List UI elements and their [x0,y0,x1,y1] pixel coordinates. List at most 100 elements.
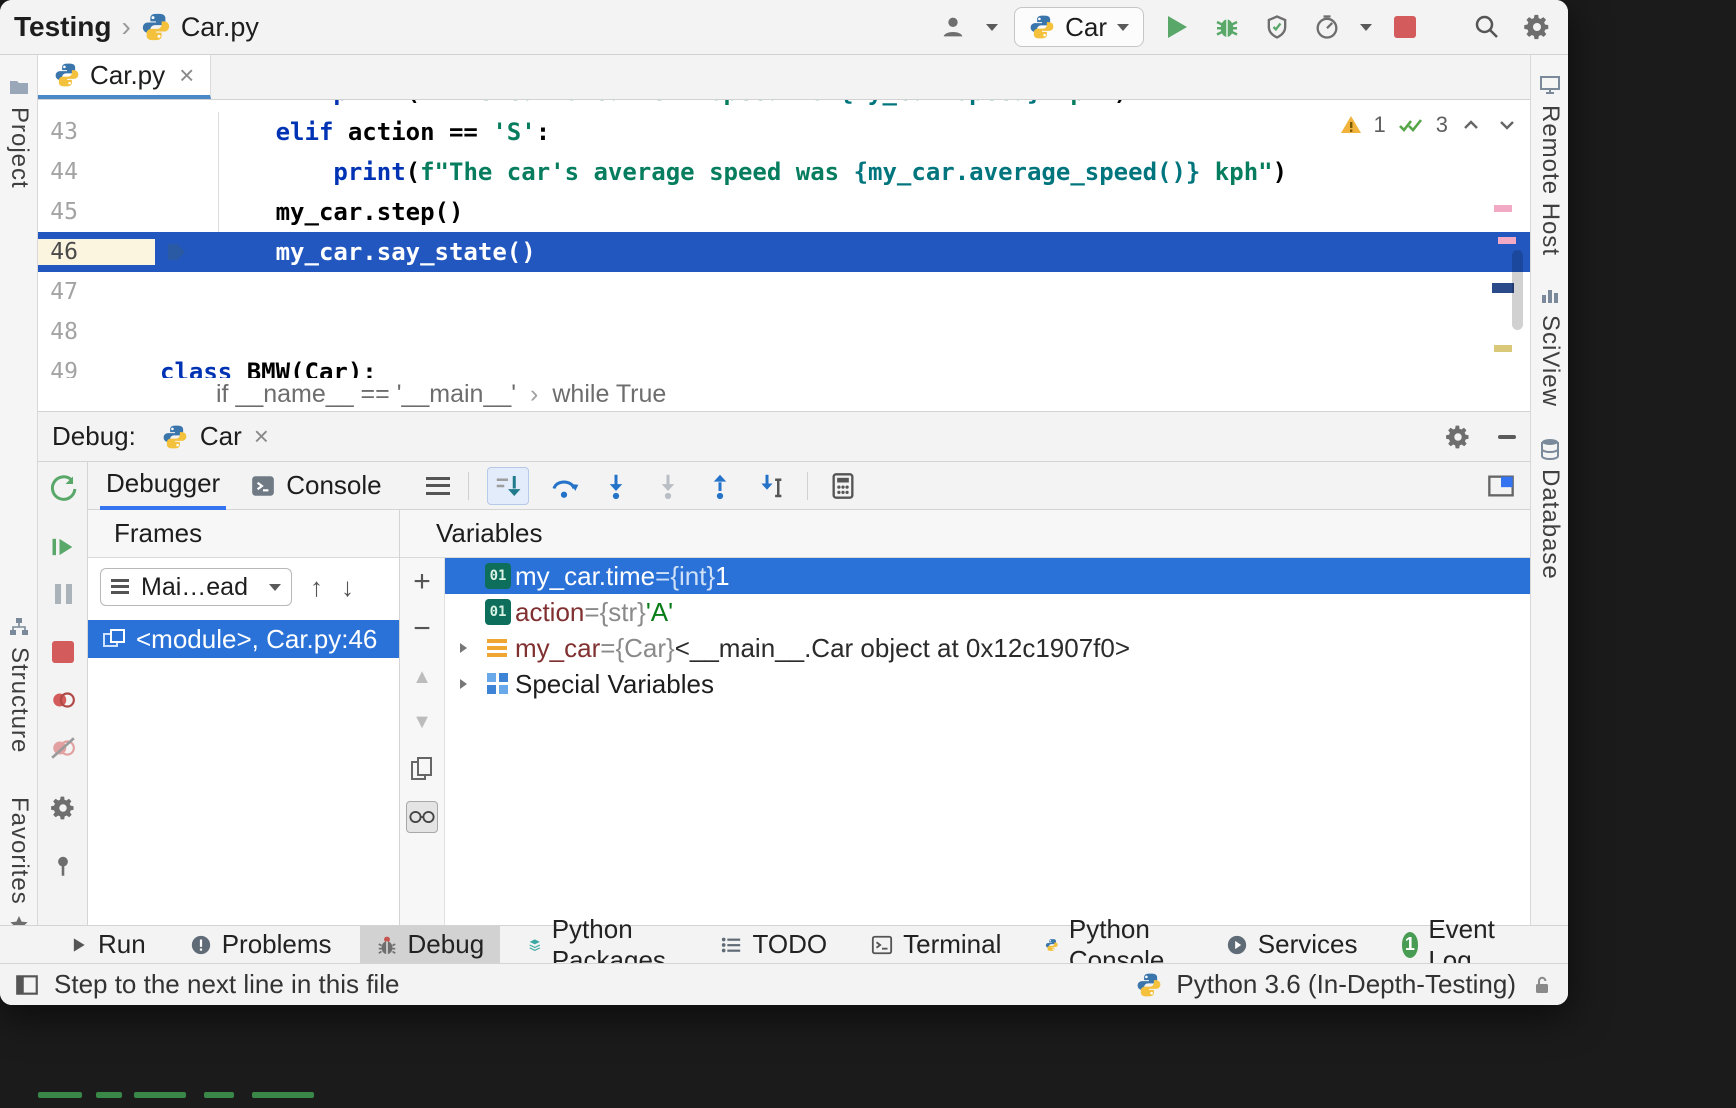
scrollbar-thumb[interactable] [1512,250,1523,330]
interpreter-label[interactable]: Python 3.6 (In-Depth-Testing) [1176,969,1516,1000]
stop-debug-button[interactable] [46,635,80,669]
scroll-mark [1498,237,1516,244]
frame-down-button[interactable]: ↓ [341,572,354,603]
evaluate-expression-button[interactable] [826,469,860,503]
toolwindow-event-log[interactable]: 1 Event Log [1386,926,1521,963]
duplicate-watch-button[interactable] [406,753,438,785]
thread-row: Mai…ead ↑ ↓ [88,558,399,606]
stripe-button-project[interactable]: Project [0,75,38,189]
breadcrumb-while-true[interactable]: while True [552,380,666,409]
view-options-icon[interactable] [426,477,450,495]
debug-action-column [38,462,88,925]
search-everywhere-button[interactable] [1470,10,1504,44]
stripe-button-remote-host[interactable]: Remote Host [1531,73,1568,256]
debug-button[interactable] [1210,10,1244,44]
code-line-49[interactable]: 49class BMW(Car): [38,352,1530,378]
variable-row-special-variables[interactable]: Special Variables [445,666,1530,702]
debug-session-tab[interactable]: Car [200,421,242,452]
toolwindow-todo[interactable]: TODO [704,926,843,963]
toolwindow-services[interactable]: Services [1210,926,1374,963]
debug-layout-settings-button[interactable] [46,791,80,825]
tab-debugger[interactable]: Debugger [100,462,226,510]
layout-settings-button[interactable] [1484,469,1518,503]
pause-button[interactable] [46,577,80,611]
stripe-button-favorites[interactable]: Favorites [0,797,38,937]
profiler-clock-icon [1313,13,1341,41]
code-line-partial[interactable]: print(f"The car's current speed is {my_c… [38,100,1530,112]
stop-icon [52,641,74,663]
toolwindow-python-console[interactable]: Python Console [1029,926,1197,963]
frame-row[interactable]: <module>, Car.py:46 [88,620,399,658]
toolwindow-python-packages[interactable]: Python Packages [512,926,692,963]
code-line-48[interactable]: 48 [38,312,1530,352]
move-down-button[interactable]: ▼ [406,706,438,738]
toolwindow-toggle-icon[interactable] [14,972,40,998]
expand-chevron-icon[interactable] [445,641,481,655]
step-into-button[interactable] [599,469,633,503]
stripe-button-database[interactable]: Database [1531,437,1568,580]
tab-console[interactable]: Console [244,462,387,510]
pin-button[interactable] [46,849,80,883]
remove-watch-button[interactable]: − [406,613,438,645]
editor-tab-car-py[interactable]: Car.py × [38,55,211,99]
stop-button[interactable] [1388,10,1422,44]
mute-breakpoints-button[interactable] [46,731,80,765]
stripe-button-structure[interactable]: Structure [0,615,38,753]
run-button[interactable] [1160,10,1194,44]
variable-row-my-car[interactable]: my_car = {Car} <__main__.Car object at 0… [445,630,1530,666]
editor-scrollbar[interactable] [1490,100,1530,378]
frame-up-button[interactable]: ↑ [310,572,323,603]
code-line-43[interactable]: 43 elif action == 'S': [38,112,1530,152]
stripe-label-database: Database [1536,469,1564,580]
code-editor[interactable]: print(f"The car's current speed is {my_c… [38,100,1530,378]
toolwindow-run[interactable]: Run [52,926,162,963]
next-problem-chevron-icon[interactable] [1494,113,1520,137]
expand-chevron-icon[interactable] [445,677,481,691]
step-over-button[interactable] [547,469,581,503]
tab-debugger-label: Debugger [106,468,220,499]
run-config-selector[interactable]: Car [1014,7,1144,47]
stripe-button-sciview[interactable]: SciView [1531,283,1568,407]
user-dropdown-caret-icon[interactable] [986,24,998,31]
variable-row-my-car-time[interactable]: 01 my_car.time = {int} 1 [445,558,1530,594]
profiler-caret-icon[interactable] [1360,24,1372,31]
force-step-into-icon [653,471,683,501]
user-button[interactable] [936,10,970,44]
toolwindow-terminal[interactable]: Terminal [855,926,1017,963]
tab-close-icon[interactable]: × [179,60,194,91]
watches-toolbar: + − ▲ ▼ [400,558,445,925]
breadcrumb-if-main[interactable]: if __name__ == '__main__' [216,380,516,409]
run-to-cursor-button[interactable] [755,469,789,503]
add-watch-button[interactable]: + [406,566,438,598]
inspection-widget[interactable]: 1 3 [1338,112,1521,138]
variable-value: 1 [715,561,729,592]
breadcrumb-project[interactable]: Testing [14,11,111,43]
variable-row-action[interactable]: 01 action = {str} 'A' [445,594,1530,630]
breadcrumb-file[interactable]: Car.py [181,12,259,43]
prev-problem-chevron-icon[interactable] [1458,113,1484,137]
show-watches-toggle[interactable] [406,801,438,833]
thread-selector[interactable]: Mai…ead [100,568,292,606]
move-up-button[interactable]: ▲ [406,661,438,693]
folder-icon [7,75,31,99]
code-line-46[interactable]: 46 my_car.say_state() [38,232,1530,272]
stripe-label-sciview: SciView [1536,315,1564,407]
toolwindow-problems[interactable]: Problems [174,926,348,963]
debug-settings-gear-icon[interactable] [1444,423,1472,451]
show-execution-point-button[interactable] [487,467,529,505]
force-step-into-button[interactable] [651,469,685,503]
code-line-45[interactable]: 45 my_car.step() [38,192,1530,232]
coverage-button[interactable] [1260,10,1294,44]
profiler-button[interactable] [1310,10,1344,44]
ide-settings-button[interactable] [1520,10,1554,44]
view-breakpoints-button[interactable] [46,683,80,717]
code-line-47[interactable]: 47 [38,272,1530,312]
step-out-button[interactable] [703,469,737,503]
toolwindow-debug[interactable]: Debug [360,926,501,963]
code-line-44[interactable]: 44 print(f"The car's average speed was {… [38,152,1530,192]
lock-icon[interactable] [1530,972,1554,998]
minimize-icon[interactable] [1498,435,1516,439]
rerun-button[interactable] [46,472,80,506]
resume-button[interactable] [46,530,80,564]
session-close-icon[interactable]: × [254,421,269,452]
